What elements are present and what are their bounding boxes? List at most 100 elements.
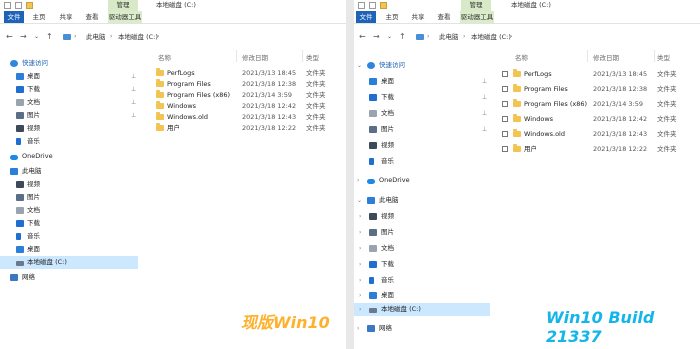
nav-item-documents[interactable]: › 文档 <box>354 242 490 255</box>
column-header-type[interactable]: 类型 <box>657 52 670 62</box>
recent-chevron-icon[interactable]: ⌄ <box>387 33 392 41</box>
forward-icon[interactable]: → <box>20 33 27 41</box>
pin-icon[interactable]: ⊥ <box>482 75 487 88</box>
column-header-name[interactable]: 名称 <box>515 52 528 62</box>
nav-item-downloads[interactable]: › 下载 <box>354 258 490 271</box>
column-header-date[interactable]: 修改日期 <box>593 52 619 62</box>
nav-item-documents[interactable]: 文档 <box>0 204 138 217</box>
nav-item-desktop[interactable]: 桌面 <box>0 243 138 256</box>
column-header-date[interactable]: 修改日期 <box>242 52 268 62</box>
save-quick-icon[interactable] <box>4 2 11 9</box>
nav-item-downloads[interactable]: 下载 ⊥ <box>354 91 490 104</box>
nav-item-quick-access[interactable]: 快速访问 <box>0 57 138 70</box>
nav-item-onedrive[interactable]: OneDrive <box>0 150 138 163</box>
nav-item-onedrive[interactable]: › OneDrive <box>354 174 490 187</box>
breadcrumb-this-pc[interactable]: 此电脑 <box>439 30 459 44</box>
new-folder-quick-icon[interactable] <box>26 2 33 9</box>
column-header-name[interactable]: 名称 <box>158 52 171 62</box>
tab-home[interactable]: 主页 <box>29 11 49 23</box>
chevron-down-icon[interactable]: ⌄ <box>357 59 362 72</box>
file-row[interactable]: 用户 2021/3/18 12:22 文件夹 <box>494 142 700 156</box>
new-folder-quick-icon[interactable] <box>380 2 387 9</box>
up-icon[interactable]: ↑ <box>46 33 53 41</box>
back-icon[interactable]: ← <box>6 33 13 41</box>
nav-item-music[interactable]: › 音乐 <box>354 274 490 287</box>
recent-chevron-icon[interactable]: ⌄ <box>34 33 39 41</box>
row-checkbox[interactable] <box>502 86 508 92</box>
chevron-right-icon[interactable]: › <box>359 258 361 271</box>
chevron-right-icon[interactable]: › <box>357 174 359 187</box>
pin-icon[interactable]: ⊥ <box>482 123 487 136</box>
properties-quick-icon[interactable] <box>15 2 22 9</box>
nav-item-network[interactable]: 网络 <box>0 271 138 284</box>
column-divider[interactable] <box>302 50 303 62</box>
pin-icon[interactable]: ⊥ <box>131 109 136 122</box>
nav-item-music[interactable]: 音乐 <box>0 135 138 148</box>
chevron-right-icon[interactable]: › <box>359 210 361 223</box>
tab-drive-tools[interactable]: 驱动器工具 <box>460 11 494 23</box>
pin-icon[interactable]: ⊥ <box>131 96 136 109</box>
row-checkbox[interactable] <box>502 116 508 122</box>
chevron-right-icon[interactable]: › <box>359 242 361 255</box>
breadcrumb-local-disk[interactable]: 本地磁盘 (C:) <box>471 30 511 44</box>
chevron-right-icon[interactable]: › <box>357 322 359 335</box>
nav-item-desktop[interactable]: 桌面 ⊥ <box>0 70 138 83</box>
breadcrumb-local-disk[interactable]: 本地磁盘 (C:) <box>118 30 158 44</box>
nav-item-downloads[interactable]: 下载 ⊥ <box>0 83 138 96</box>
pin-icon[interactable]: ⊥ <box>482 91 487 104</box>
tab-home[interactable]: 主页 <box>382 11 402 23</box>
chevron-down-icon[interactable]: ⌄ <box>357 194 362 207</box>
tab-file[interactable]: 文件 <box>356 11 376 23</box>
row-checkbox[interactable] <box>502 71 508 77</box>
nav-item-pictures[interactable]: › 图片 <box>354 226 490 239</box>
pin-icon[interactable]: ⊥ <box>131 70 136 83</box>
nav-item-desktop[interactable]: › 桌面 <box>354 289 490 302</box>
breadcrumb-this-pc[interactable]: 此电脑 <box>86 30 106 44</box>
nav-item-videos[interactable]: 视频 <box>0 178 138 191</box>
pin-icon[interactable]: ⊥ <box>482 107 487 120</box>
chevron-right-icon[interactable]: › <box>359 274 361 287</box>
nav-item-videos[interactable]: 视频 <box>0 122 138 135</box>
file-row[interactable]: Program Files 2021/3/18 12:38 文件夹 <box>494 82 700 96</box>
nav-item-pictures[interactable]: 图片 ⊥ <box>354 123 490 136</box>
tab-drive-tools[interactable]: 驱动器工具 <box>108 11 142 23</box>
row-checkbox[interactable] <box>502 146 508 152</box>
nav-item-local-disk[interactable]: › 本地磁盘 (C:) <box>354 303 490 316</box>
file-row[interactable]: 用户 2021/3/18 12:22 文件夹 <box>140 121 346 135</box>
save-quick-icon[interactable] <box>358 2 365 9</box>
nav-item-pictures[interactable]: 图片 <box>0 191 138 204</box>
pin-icon[interactable]: ⊥ <box>131 83 136 96</box>
nav-item-desktop[interactable]: 桌面 ⊥ <box>354 75 490 88</box>
nav-item-documents[interactable]: 文档 ⊥ <box>0 96 138 109</box>
chevron-right-icon[interactable]: › <box>359 226 361 239</box>
tab-view[interactable]: 查看 <box>434 11 454 23</box>
nav-item-quick-access[interactable]: ⌄ 快速访问 <box>354 59 490 72</box>
nav-item-this-pc[interactable]: 此电脑 <box>0 165 138 178</box>
chevron-right-icon[interactable]: › <box>359 289 361 302</box>
nav-item-videos[interactable]: › 视频 <box>354 210 490 223</box>
back-icon[interactable]: ← <box>359 33 366 41</box>
up-icon[interactable]: ↑ <box>399 33 406 41</box>
column-divider[interactable] <box>587 50 588 62</box>
properties-quick-icon[interactable] <box>369 2 376 9</box>
row-checkbox[interactable] <box>502 101 508 107</box>
tab-share[interactable]: 共享 <box>56 11 76 23</box>
nav-item-downloads[interactable]: 下载 <box>0 217 138 230</box>
nav-item-videos[interactable]: 视频 <box>354 139 490 152</box>
file-row[interactable]: PerfLogs 2021/3/13 18:45 文件夹 <box>494 67 700 81</box>
chevron-right-icon[interactable]: › <box>359 303 361 316</box>
nav-item-music[interactable]: 音乐 <box>354 155 490 168</box>
file-row[interactable]: Windows 2021/3/18 12:42 文件夹 <box>494 112 700 126</box>
tab-share[interactable]: 共享 <box>408 11 428 23</box>
nav-item-music[interactable]: 音乐 <box>0 230 138 243</box>
tab-view[interactable]: 查看 <box>82 11 102 23</box>
file-row[interactable]: Windows.old 2021/3/18 12:43 文件夹 <box>494 127 700 141</box>
file-row[interactable]: Program Files (x86) 2021/3/14 3:59 文件夹 <box>494 97 700 111</box>
nav-item-documents[interactable]: 文档 ⊥ <box>354 107 490 120</box>
forward-icon[interactable]: → <box>373 33 380 41</box>
column-header-type[interactable]: 类型 <box>306 52 319 62</box>
nav-item-this-pc[interactable]: ⌄ 此电脑 <box>354 194 490 207</box>
row-checkbox[interactable] <box>502 131 508 137</box>
column-divider[interactable] <box>236 50 237 62</box>
nav-item-network[interactable]: › 网络 <box>354 322 490 335</box>
